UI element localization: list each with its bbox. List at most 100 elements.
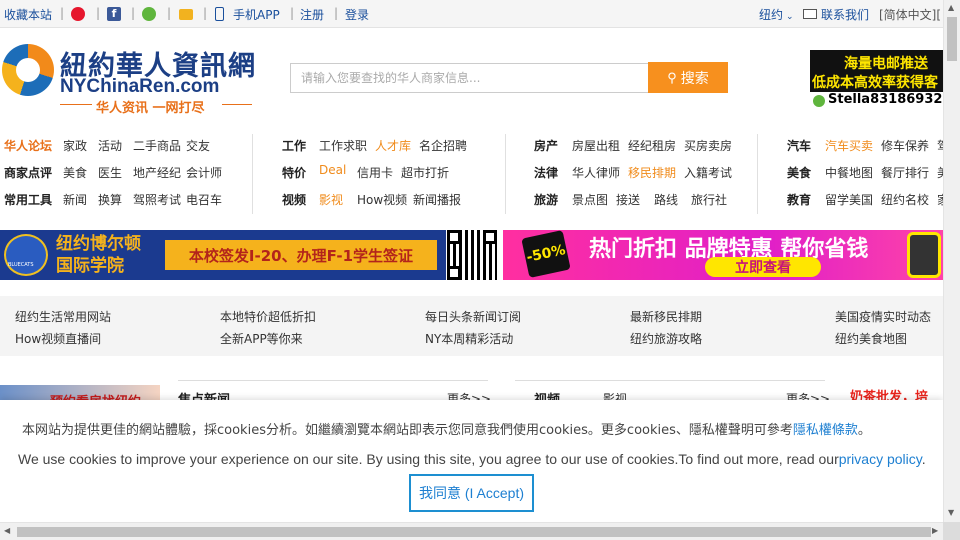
separator: | [167,6,172,20]
nav-link[interactable]: 纽约名校 [881,191,929,208]
quick-link[interactable]: 本地特价超低折扣 [220,308,316,325]
nav-category[interactable]: 视频 [282,191,306,208]
register-link[interactable]: 注册 [300,6,324,23]
logo-icon[interactable] [2,44,54,96]
nav-link[interactable]: 新闻播报 [413,191,461,208]
nav-category[interactable]: 汽车 [787,137,811,154]
weibo-icon[interactable] [71,7,85,21]
contact-link[interactable]: 联系我们 [821,6,869,23]
nav-link[interactable]: 影视 [319,191,343,208]
nav-link[interactable]: 经纪租房 [628,137,676,154]
nav-link[interactable]: 移民排期 [628,164,676,181]
school-emblem-icon: BLUECATS [4,234,48,276]
nav-link[interactable]: 美食 [63,164,87,181]
quick-link[interactable]: 纽约生活常用网站 [15,308,111,325]
quick-link[interactable]: NY本周精彩活动 [425,330,513,347]
facebook-icon[interactable]: f [107,7,121,21]
cookie-text-cn: 本网站为提供更佳的網站體驗，採cookies分析。如繼續瀏覽本網站即表示您同意我… [22,423,793,438]
scrollbar-thumb[interactable] [17,527,931,537]
nav-link[interactable]: 买房卖房 [684,137,732,154]
nav-link[interactable]: Deal [319,163,346,177]
nav-category[interactable]: 工作 [282,137,306,154]
nav-link[interactable]: 信用卡 [357,164,393,181]
scroll-left-icon[interactable]: ◀ [4,526,10,535]
nav-link[interactable]: How视频 [357,191,407,208]
nav-link[interactable]: 房屋出租 [572,137,620,154]
quick-link[interactable]: 美国疫情实时动态 [835,308,931,325]
search-button-label: 搜索 [680,69,709,86]
cookie-text-en: We use cookies to improve your experienc… [18,451,839,467]
nav-link[interactable]: 接送 [616,191,640,208]
nav-category[interactable]: 商家点评 [4,164,52,181]
mail-icon[interactable] [179,9,193,20]
nav-category[interactable]: 常用工具 [4,191,52,208]
nav-category[interactable]: 房产 [534,137,558,154]
nav-link[interactable]: 华人律师 [572,164,620,181]
nav-link[interactable]: 入籍考试 [684,164,732,181]
login-link[interactable]: 登录 [345,6,369,23]
nav-link[interactable]: 电召车 [186,191,222,208]
nav-link[interactable]: 餐厅排行 [881,164,929,181]
nav-link[interactable]: 会计师 [186,164,222,181]
separator: | [334,6,339,20]
nav-category[interactable]: 美食 [787,164,811,181]
horizontal-scrollbar[interactable]: ◀ ▶ [0,522,943,540]
nav-link[interactable]: 活动 [98,137,122,154]
vertical-scrollbar[interactable]: ▲ ▼ [943,0,960,522]
scroll-up-icon[interactable]: ▲ [948,3,954,12]
nav-link[interactable]: 地产经纪 [133,164,181,181]
search-input[interactable] [291,64,648,92]
scroll-down-icon[interactable]: ▼ [948,508,954,517]
search-button[interactable]: ⚲ 搜索 [648,62,728,93]
nav-link[interactable]: 旅行社 [691,191,727,208]
nav-link[interactable]: 人才库 [375,137,411,154]
nav-link[interactable]: 名企招聘 [419,137,467,154]
privacy-terms-link[interactable]: 隱私權條款 [793,423,858,438]
nav-link[interactable]: 二手商品 [133,137,181,154]
header-ad-banner[interactable]: 海量电邮推送 低成本高效率获得客 Stella8318693286 [810,50,943,110]
nav-link[interactable]: 中餐地图 [825,164,873,181]
wechat-icon[interactable] [142,7,156,21]
nav-link[interactable]: 景点图 [572,191,608,208]
mobile-app-link[interactable]: 手机APP [233,6,280,23]
quick-link[interactable]: 全新APP等你来 [220,330,303,347]
quick-link[interactable]: 纽约美食地图 [835,330,907,347]
scroll-right-icon[interactable]: ▶ [932,526,938,535]
language-select[interactable]: [简体中文][ [879,6,941,23]
quick-link[interactable]: 每日头条新闻订阅 [425,308,521,325]
bookmark-link[interactable]: 收藏本站 [4,6,52,23]
nav-link[interactable]: 路线 [654,191,678,208]
view-now-button[interactable]: 立即查看 [705,257,821,277]
nav-link[interactable]: 汽车买卖 [825,137,873,154]
nav-category[interactable]: 华人论坛 [4,137,52,154]
region-select[interactable]: 纽约 ⌄ [759,6,794,23]
quick-link[interactable]: How视频直播间 [15,330,101,347]
quick-link[interactable]: 最新移民排期 [630,308,702,325]
nav-category[interactable]: 法律 [534,164,558,181]
nav-link[interactable]: 超市打折 [401,164,449,181]
nav-link[interactable]: 留学美国 [825,191,873,208]
nav-link[interactable]: 修车保养 [881,137,929,154]
accept-cookies-button[interactable]: 我同意 (I Accept) [409,474,534,512]
nav-category[interactable]: 旅游 [534,191,558,208]
discount-ad-banner[interactable]: -50% 热门折扣 品牌特惠 帮你省钱 立即查看 [503,230,943,280]
nav-link[interactable]: 新闻 [63,191,87,208]
scrollbar-thumb[interactable] [947,17,957,61]
nav-link[interactable]: 驾照考试 [133,191,181,208]
nav-link[interactable]: 工作求职 [319,137,367,154]
nav-link[interactable]: 家政 [63,137,87,154]
chevron-down-icon: ⌄ [786,12,794,22]
privacy-policy-link[interactable]: privacy policy [839,451,922,467]
search-icon: ⚲ [667,69,677,85]
separator: | [203,6,208,20]
separator: | [96,6,101,20]
school-ad-banner[interactable]: BLUECATS 纽约博尔顿 国际学院 本校签发I-20、办理F-1学生签证 [0,230,446,280]
nav-category[interactable]: 教育 [787,191,811,208]
logo-english[interactable]: NYChinaRen.com [60,76,219,98]
ad-line-2: 低成本高效率获得客 [812,75,938,91]
nav-category[interactable]: 特价 [282,164,306,181]
quick-link[interactable]: 纽约旅游攻略 [630,330,702,347]
nav-link[interactable]: 换算 [98,191,122,208]
nav-link[interactable]: 交友 [186,137,210,154]
nav-link[interactable]: 医生 [98,164,122,181]
